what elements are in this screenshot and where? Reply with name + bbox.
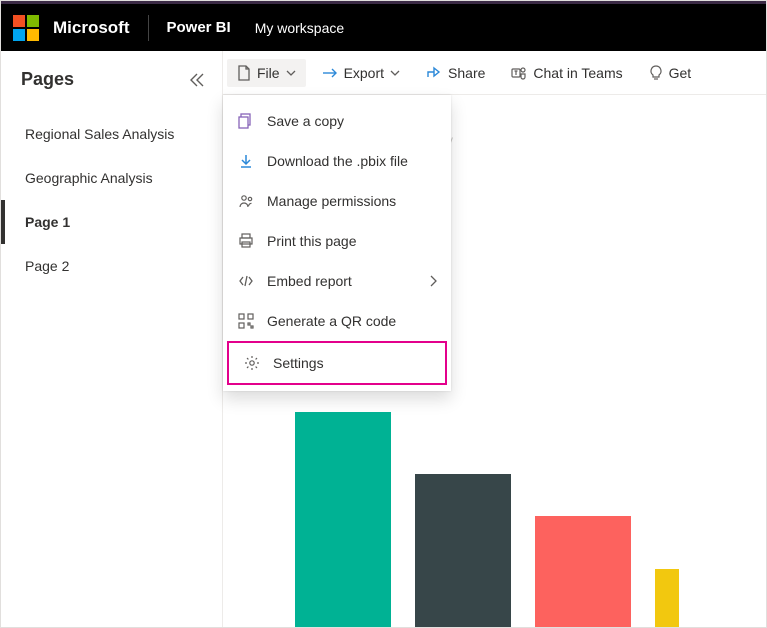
chevron-right-icon <box>429 275 437 287</box>
menu-item-label: Download the .pbix file <box>267 153 408 169</box>
page-list: Regional Sales Analysis Geographic Analy… <box>1 112 222 288</box>
microsoft-label: Microsoft <box>53 18 130 38</box>
menu-item-permissions[interactable]: Manage permissions <box>223 181 451 221</box>
code-icon <box>237 273 255 289</box>
menu-item-label: Print this page <box>267 233 357 249</box>
export-menu-button[interactable]: Export <box>312 59 410 87</box>
report-toolbar: File Export <box>223 51 766 95</box>
divider <box>148 15 149 41</box>
chat-label: Chat in Teams <box>533 65 622 81</box>
page-item[interactable]: Regional Sales Analysis <box>1 112 222 156</box>
page-item[interactable]: Geographic Analysis <box>1 156 222 200</box>
workspace-breadcrumb[interactable]: My workspace <box>255 20 344 36</box>
chat-in-teams-button[interactable]: Chat in Teams <box>501 59 632 87</box>
menu-item-save-copy[interactable]: Save a copy <box>223 101 451 141</box>
menu-item-settings[interactable]: Settings <box>227 341 447 385</box>
bar-chart <box>295 412 679 627</box>
file-label: File <box>257 65 280 81</box>
menu-item-qr[interactable]: Generate a QR code <box>223 301 451 341</box>
share-button[interactable]: Share <box>416 59 495 87</box>
chart-bar <box>415 474 511 627</box>
get-insights-button[interactable]: Get <box>639 59 702 87</box>
chevron-down-icon <box>286 70 296 76</box>
chevron-down-icon <box>390 70 400 76</box>
menu-item-label: Settings <box>273 355 324 371</box>
pages-sidebar: Pages Regional Sales Analysis Geographic… <box>1 51 223 627</box>
file-dropdown: Save a copy Download the .pbix file Mana… <box>223 95 451 391</box>
people-icon <box>237 193 255 209</box>
export-icon <box>322 66 338 80</box>
page-item-active[interactable]: Page 1 <box>1 200 222 244</box>
menu-item-label: Generate a QR code <box>267 313 396 329</box>
file-menu-button[interactable]: File <box>227 59 306 87</box>
global-header: Microsoft Power BI My workspace <box>1 1 766 51</box>
document-icon <box>237 65 251 81</box>
qr-icon <box>237 313 255 329</box>
menu-item-label: Save a copy <box>267 113 344 129</box>
gear-icon <box>243 355 261 371</box>
chart-bar <box>535 516 631 627</box>
product-name[interactable]: Power BI <box>167 19 231 36</box>
lightbulb-icon <box>649 65 663 81</box>
menu-item-embed[interactable]: Embed report <box>223 261 451 301</box>
share-icon <box>426 66 442 80</box>
export-label: Export <box>344 65 384 81</box>
microsoft-logo-icon <box>13 15 39 41</box>
menu-item-label: Embed report <box>267 273 352 289</box>
get-label: Get <box>669 65 692 81</box>
menu-item-download[interactable]: Download the .pbix file <box>223 141 451 181</box>
download-icon <box>237 153 255 169</box>
chart-bar <box>655 569 679 627</box>
menu-item-print[interactable]: Print this page <box>223 221 451 261</box>
collapse-sidebar-icon[interactable] <box>188 73 206 87</box>
chart-bar <box>295 412 391 627</box>
menu-item-label: Manage permissions <box>267 193 396 209</box>
share-label: Share <box>448 65 485 81</box>
page-item[interactable]: Page 2 <box>1 244 222 288</box>
save-copy-icon <box>237 113 255 129</box>
sidebar-title: Pages <box>21 69 74 90</box>
print-icon <box>237 233 255 249</box>
teams-icon <box>511 65 527 81</box>
